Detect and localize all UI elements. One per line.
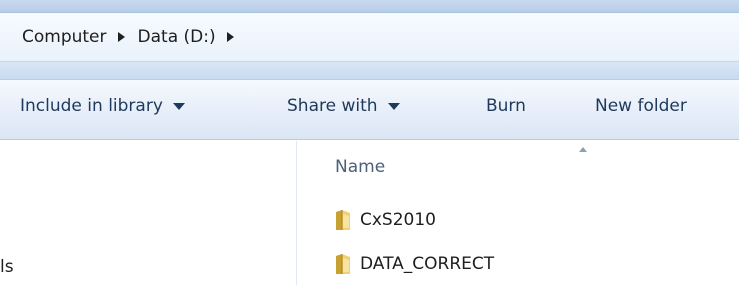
window-top-strip xyxy=(0,0,739,12)
new-folder-button[interactable]: New folder xyxy=(595,96,687,116)
include-in-library-button[interactable]: Include in library xyxy=(20,96,185,116)
share-with-button[interactable]: Share with xyxy=(287,96,400,116)
breadcrumb-label: Data (D:) xyxy=(137,27,216,47)
new-folder-label: New folder xyxy=(595,96,687,116)
list-item[interactable]: DATA_CORRECT xyxy=(334,253,494,275)
command-toolbar: Include in library Share with Burn New f… xyxy=(0,80,739,140)
address-bar[interactable]: Computer Data (D:) xyxy=(0,12,739,62)
breadcrumb-separator-arrow-icon[interactable] xyxy=(117,32,125,42)
dropdown-arrow-icon xyxy=(387,102,400,110)
folder-name: CxS2010 xyxy=(360,210,436,230)
breadcrumb-label: Computer xyxy=(22,27,107,47)
list-item[interactable]: CxS2010 xyxy=(334,209,436,231)
breadcrumb-data-drive[interactable]: Data (D:) xyxy=(136,27,218,47)
sort-ascending-icon xyxy=(579,147,587,152)
include-in-library-label: Include in library xyxy=(20,96,163,116)
dropdown-arrow-icon xyxy=(172,102,185,110)
navigation-item-partial[interactable]: ls xyxy=(0,257,14,277)
burn-label: Burn xyxy=(486,96,526,116)
share-with-label: Share with xyxy=(287,96,378,116)
burn-button[interactable]: Burn xyxy=(486,96,526,116)
address-toolbar-separator xyxy=(0,62,739,80)
breadcrumb-computer[interactable]: Computer xyxy=(20,27,109,47)
column-header-name[interactable]: Name xyxy=(335,157,385,177)
folder-icon xyxy=(334,209,352,231)
navigation-pane: ls xyxy=(0,141,297,285)
file-list: Name CxS2010 DATA_CORRECT xyxy=(298,141,739,285)
folder-icon xyxy=(334,253,352,275)
folder-name: DATA_CORRECT xyxy=(360,254,495,274)
breadcrumb-expand-arrow-icon[interactable] xyxy=(226,32,234,42)
